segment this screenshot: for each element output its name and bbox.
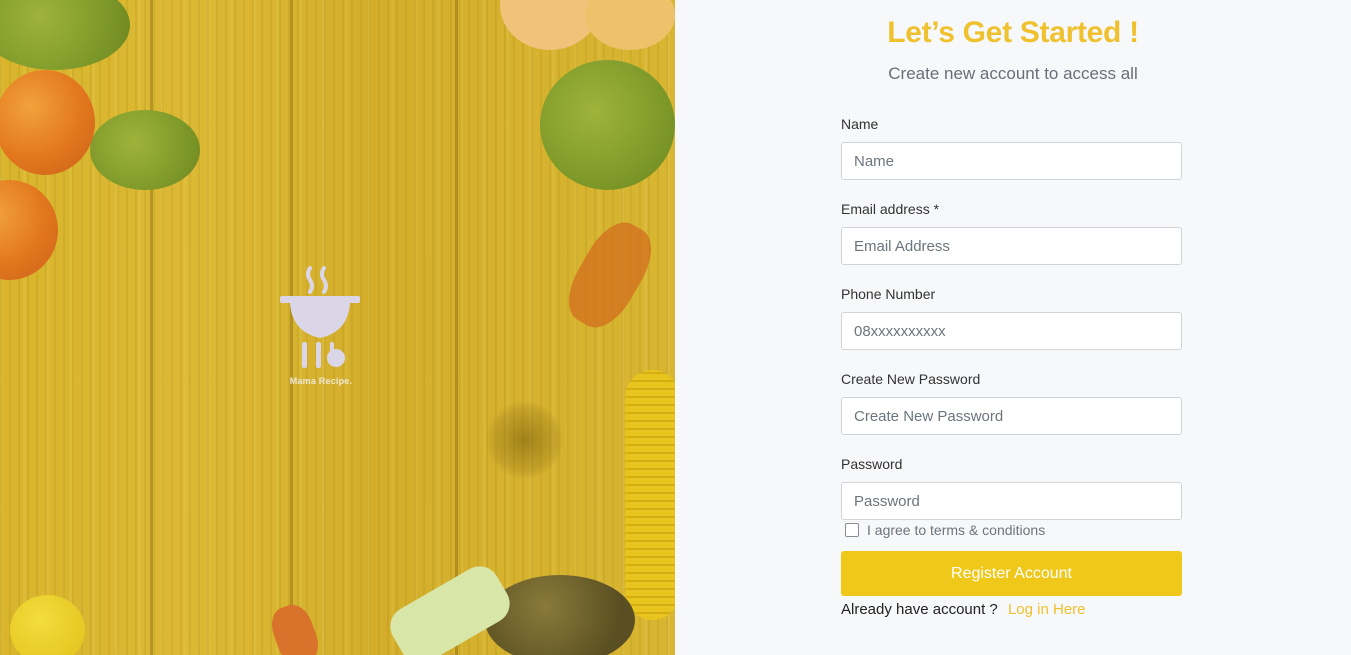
new-password-input[interactable] [841, 397, 1182, 435]
email-input[interactable] [841, 227, 1182, 265]
page-subtitle: Create new account to access all [888, 64, 1138, 83]
bread-decoration [585, 0, 675, 50]
logo-text: Mama Recipe. [289, 376, 353, 386]
wood-knot [485, 400, 565, 480]
wood-plank-line [455, 0, 458, 655]
terms-row: I agree to terms & conditions [845, 519, 1182, 541]
eggplant-decoration [485, 575, 635, 655]
login-link[interactable]: Log in Here [1008, 601, 1086, 618]
name-label: Name [841, 116, 879, 132]
name-field-group: Name [841, 116, 1182, 201]
login-prompt: Already have account ? [841, 601, 998, 618]
new-password-field-group: Create New Password [841, 371, 1182, 456]
new-password-label: Create New Password [841, 371, 981, 387]
lemon-decoration [10, 595, 85, 655]
password-input[interactable] [841, 482, 1182, 520]
lettuce-decoration [540, 60, 675, 190]
register-form: Name Email address * Phone Number Create… [841, 116, 1182, 618]
wood-plank-line [150, 0, 153, 655]
crayfish-decoration [556, 212, 664, 338]
carrot-decoration [265, 599, 325, 655]
tomato-decoration [0, 180, 58, 280]
register-panel: Let’s Get Started ! Create new account t… [675, 0, 1351, 655]
terms-label: I agree to terms & conditions [867, 522, 1046, 538]
password-field-group: Password [841, 456, 1182, 520]
grill-icon [280, 266, 360, 368]
app-logo: Mama Recipe. [280, 266, 362, 386]
email-label: Email address * [841, 201, 940, 217]
corn-decoration [625, 370, 675, 620]
register-button[interactable]: Register Account [841, 551, 1182, 596]
phone-label: Phone Number [841, 286, 936, 302]
phone-field-group: Phone Number [841, 286, 1182, 371]
phone-input[interactable] [841, 312, 1182, 350]
terms-checkbox[interactable] [845, 523, 859, 537]
herb-leaves-decoration [90, 110, 200, 190]
page-title: Let’s Get Started ! [887, 16, 1139, 49]
herb-leaves-decoration [0, 0, 130, 70]
tomato-decoration [0, 70, 95, 175]
hero-image: Mama Recipe. [0, 0, 675, 655]
password-label: Password [841, 456, 903, 472]
email-field-group: Email address * [841, 201, 1182, 286]
name-input[interactable] [841, 142, 1182, 180]
login-row: Already have account ? Log in Here [841, 601, 1182, 618]
